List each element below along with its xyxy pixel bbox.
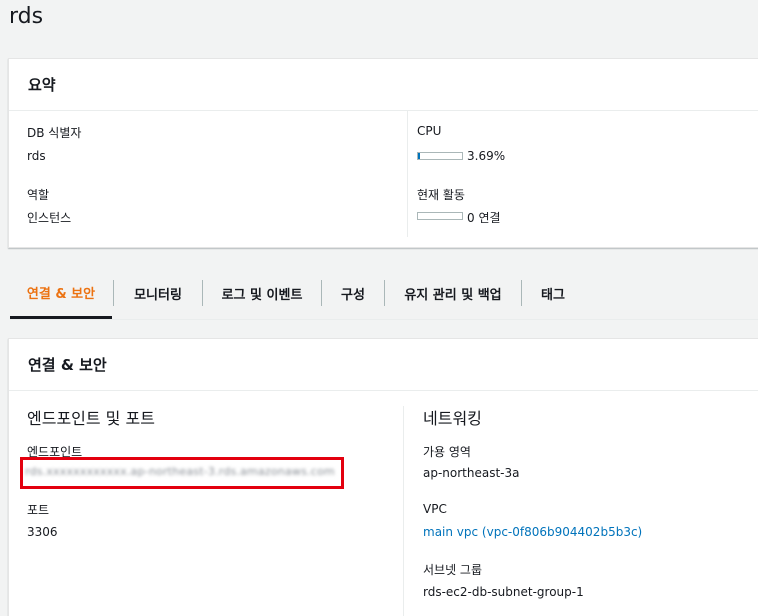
subnet-group-label: 서브넷 그룹 bbox=[423, 563, 483, 577]
cpu-value: 3.69% bbox=[467, 149, 506, 163]
connectivity-header: 연결 & 보안 bbox=[9, 339, 758, 391]
db-identifier-label: DB 식별자 bbox=[27, 126, 82, 140]
tab-maintenance-backups[interactable]: 유지 관리 및 백업 bbox=[385, 268, 521, 318]
activity-value: 0 연결 bbox=[467, 211, 501, 225]
cpu-label: CPU bbox=[417, 124, 442, 138]
page-title: rds bbox=[9, 4, 44, 29]
port-value: 3306 bbox=[27, 525, 58, 539]
endpoint-section-title: 엔드포인트 및 포트 bbox=[27, 409, 155, 428]
summary-title: 요약 bbox=[28, 76, 56, 94]
cpu-progress-fill bbox=[418, 153, 420, 159]
az-label: 가용 영역 bbox=[423, 445, 471, 459]
role-value: 인스턴스 bbox=[27, 211, 72, 225]
summary-divider bbox=[407, 111, 408, 237]
tab-configuration[interactable]: 구성 bbox=[322, 268, 384, 318]
az-value: ap-northeast-3a bbox=[423, 466, 520, 480]
tab-tags[interactable]: 태그 bbox=[522, 268, 584, 318]
summary-header: 요약 bbox=[9, 59, 758, 111]
activity-label: 현재 활동 bbox=[417, 188, 465, 202]
highlight-box bbox=[20, 457, 344, 489]
role-label: 역할 bbox=[27, 188, 50, 202]
connectivity-title: 연결 & 보안 bbox=[28, 356, 107, 374]
subnet-group-value: rds-ec2-db-subnet-group-1 bbox=[423, 585, 584, 599]
connectivity-panel: 연결 & 보안 엔드포인트 및 포트 엔드포인트 rds.xxxxxxxxxxx… bbox=[8, 338, 758, 616]
summary-body: DB 식별자 rds 역할 인스턴스 CPU 3.69% 현재 활동 0 연결 bbox=[9, 111, 758, 248]
detail-tabs: 연결 & 보안 모니터링 로그 및 이벤트 구성 유지 관리 및 백업 태그 bbox=[10, 268, 758, 320]
summary-panel: 요약 DB 식별자 rds 역할 인스턴스 CPU 3.69% 현재 활동 0 … bbox=[8, 58, 758, 248]
tab-logs-events[interactable]: 로그 및 이벤트 bbox=[203, 268, 321, 318]
db-identifier-value: rds bbox=[27, 149, 46, 163]
vpc-link[interactable]: main vpc (vpc-0f806b904402b5b3c) bbox=[423, 525, 642, 539]
tab-monitoring[interactable]: 모니터링 bbox=[114, 268, 202, 318]
port-label: 포트 bbox=[27, 503, 50, 517]
cpu-progress-bar bbox=[417, 152, 463, 160]
tab-connectivity-security[interactable]: 연결 & 보안 bbox=[10, 268, 112, 319]
vpc-label: VPC bbox=[423, 502, 447, 516]
connectivity-divider bbox=[403, 406, 404, 616]
activity-progress-bar bbox=[417, 212, 463, 220]
network-section-title: 네트워킹 bbox=[423, 409, 482, 428]
